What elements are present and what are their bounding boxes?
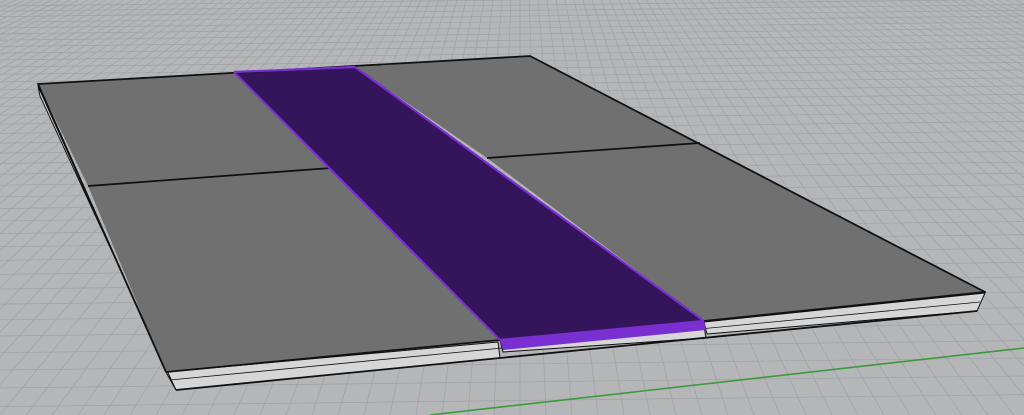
viewport-scene[interactable] bbox=[0, 0, 1024, 415]
perspective-viewport[interactable] bbox=[0, 0, 1024, 415]
